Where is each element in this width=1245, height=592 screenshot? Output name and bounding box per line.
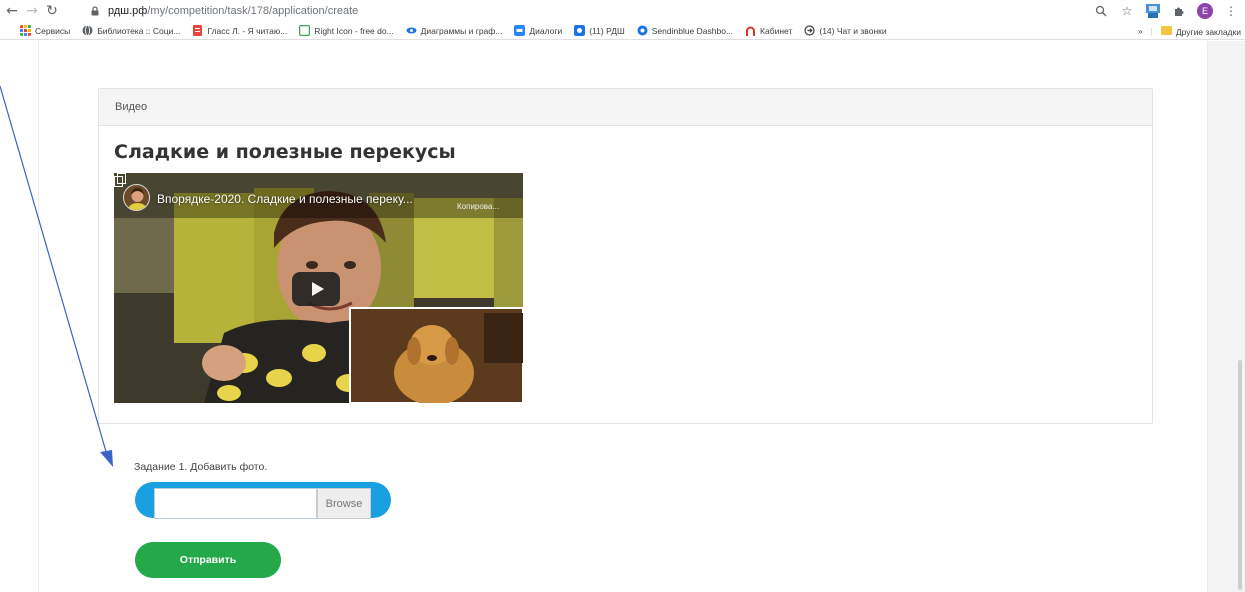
chat-icon [574,25,586,36]
card-header: Видео [99,89,1152,126]
apps-grid-icon [20,25,31,36]
more-bookmarks-chevron[interactable]: » [1138,26,1143,36]
separator: | [1150,26,1153,36]
task-label: Задание 1. Добавить фото. [134,461,268,473]
other-bookmarks[interactable]: Другие закладки [1160,25,1241,37]
lock-icon [91,6,99,16]
bookmark-label: Гласс Л. - Я читаю... [207,25,288,36]
folder-icon [1160,25,1172,35]
bookmark-dialogs[interactable]: Диалоги [514,25,562,36]
channel-avatar[interactable] [123,184,150,211]
play-button[interactable] [292,272,340,306]
video-title[interactable]: Впорядке-2020. Сладкие и полезные переку… [157,192,413,206]
bookmark-library[interactable]: Библиотека :: Соци... [82,25,180,36]
browser-toolbar: ← → ↻ рдш.рф/my/competition/task/178/app… [0,0,1245,22]
play-icon [311,282,324,296]
document-icon [193,25,203,36]
other-bookmarks-label: Другие закладки [1175,26,1241,37]
bookmark-services[interactable]: Сервисы [20,25,70,36]
bookmark-label: Right Icon - free do... [314,25,394,36]
back-arrow-icon[interactable]: ← [4,3,20,19]
bookmark-label: Диаграммы и граф... [420,25,503,36]
bookmark-label: Диалоги [529,25,563,36]
vk-icon [514,25,526,36]
bookmark-rdsh[interactable]: (11) РДШ [574,25,625,36]
submit-button[interactable]: Отправить [135,542,281,578]
globe-icon [82,25,93,36]
puzzle-icon[interactable] [1171,3,1187,19]
copy-link-icon[interactable] [114,173,126,187]
bookmark-cabinet[interactable]: Кабинет [745,25,792,36]
video-player[interactable]: Впорядке-2020. Сладкие и полезные переку… [114,173,523,403]
url-path: /my/competition/task/178/application/cre… [147,5,359,17]
bookmark-label: (11) РДШ [589,25,625,36]
toolbar-right-icons: ☆ E ⋮ [1093,2,1239,20]
eye-icon [406,27,417,34]
url-text: рдш.рф/my/competition/task/178/applicati… [108,5,358,17]
zoom-icon[interactable] [1093,3,1109,19]
bookmark-label: Сервисы [35,25,71,36]
bookmark-label: Кабинет [760,25,793,36]
bookmark-diagrams[interactable]: Диаграммы и граф... [406,25,503,36]
bookmark-right-icon[interactable]: Right Icon - free do... [299,25,394,36]
reload-icon[interactable]: ↻ [44,3,60,19]
url-host: рдш.рф [108,5,148,17]
bookmark-label: (14) Чат и звонки [819,25,887,36]
star-icon[interactable]: ☆ [1119,3,1135,19]
bookmark-chat[interactable]: (14) Чат и звонки [804,25,887,36]
bookmark-label: Библиотека :: Соци... [97,25,181,36]
sendinblue-icon [637,25,648,36]
bookmarks-bar: Сервисы Библиотека :: Соци... Гласс Л. -… [0,22,1245,40]
address-bar[interactable]: рдш.рф/my/competition/task/178/applicati… [90,2,1210,20]
video-card: Видео Сладкие и полезные перекусы Впоряд… [98,88,1153,424]
extension-new-icon[interactable] [1145,3,1161,19]
kebab-menu-icon[interactable]: ⋮ [1223,3,1239,19]
bookmark-label: Sendinblue Dashbo... [651,25,734,36]
bookmark-glass[interactable]: Гласс Л. - Я читаю... [192,25,287,36]
arch-icon [746,26,756,36]
bookmarks-right: » | Другие закладки [1138,22,1241,40]
circle-arrow-icon [804,25,815,36]
copy-link-label: Копирова... [457,202,500,211]
square-icon [299,25,311,36]
file-path-input[interactable] [154,488,317,519]
forward-arrow-icon[interactable]: → [24,3,40,19]
scrollbar-thumb[interactable] [1238,360,1242,590]
bookmark-sendinblue[interactable]: Sendinblue Dashbo... [637,25,733,36]
browse-button[interactable]: Browse [317,488,371,519]
profile-avatar[interactable]: E [1197,3,1213,19]
card-title: Сладкие и полезные перекусы [114,141,456,163]
